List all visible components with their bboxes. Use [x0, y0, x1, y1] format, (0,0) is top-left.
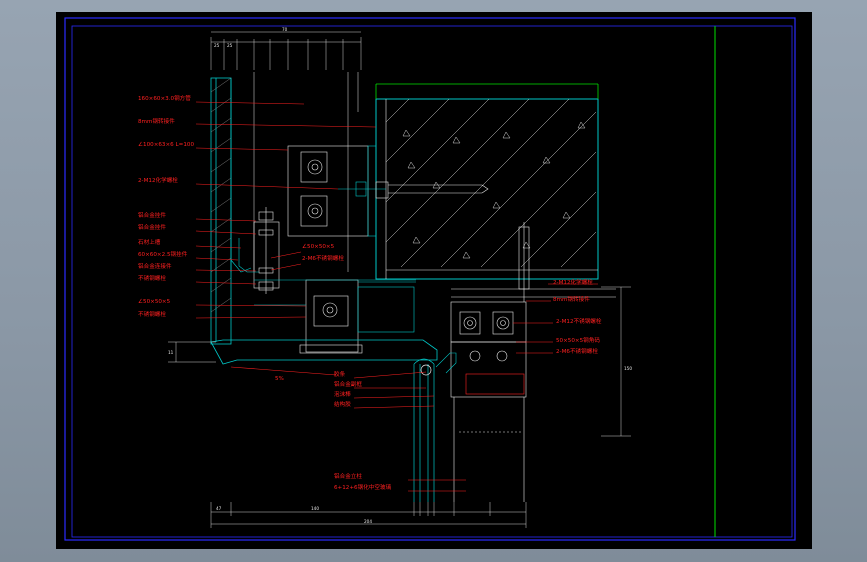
- chemical-anchor: [375, 181, 489, 199]
- dim-bottom-2: 140: [311, 506, 319, 511]
- bottom-dimension: [210, 502, 527, 528]
- concrete-hatch: [385, 98, 597, 268]
- callout-ss-bolt-2: 不锈钢螺栓: [138, 310, 166, 318]
- stone-hanger: [230, 207, 280, 294]
- aluminum-mullion: [450, 301, 527, 502]
- callout-right-adapter: 8mm钢转接件: [553, 295, 590, 303]
- callout-steel-hanger: 60×60×2.5钢挂件: [138, 250, 188, 258]
- callout-angle-steel: ∠100×63×6 L=100: [138, 141, 194, 148]
- dim-left: 11: [168, 350, 174, 355]
- callout-chemical-bolt: 2-M12化学螺栓: [138, 176, 178, 184]
- sealant-joint: [435, 352, 457, 374]
- callout-right-angle: 50×50×5钢角码: [556, 336, 600, 344]
- steel-bracket: [287, 145, 386, 237]
- cad-drawing: 25 25 70 5% 150 11 47 140 204 160×60×3.0…: [64, 17, 796, 541]
- callout-steel-tube: 160×60×3.0钢方管: [138, 94, 191, 102]
- slope-label: 5%: [275, 376, 284, 382]
- callout-mid-angle: ∠50×50×5: [302, 243, 335, 250]
- leader-lines-bottom: [353, 371, 466, 492]
- callout-hanger-1: 铝合金挂件: [138, 211, 166, 219]
- dim-bottom-1: 47: [216, 506, 222, 511]
- slope-line: [230, 366, 337, 376]
- callout-angle-small: ∠50×50×5: [138, 298, 171, 305]
- steel-tube: [253, 72, 359, 272]
- callout-right-ss-bolt: 2-M12不锈钢螺栓: [556, 317, 602, 325]
- dim-top-3: 70: [282, 27, 288, 32]
- callout-right-m6: 2-M6不锈钢螺栓: [556, 347, 598, 355]
- callout-subframe: 铝合金副框: [334, 380, 362, 388]
- leader-lines-left: [195, 101, 377, 319]
- callout-mullion: 铝合金立柱: [334, 472, 362, 480]
- left-dimension: [168, 341, 216, 363]
- callout-foam-rod: 泡沫棒: [334, 390, 351, 398]
- callout-mid-bolt: 2-M6不锈钢螺栓: [302, 254, 344, 262]
- callout-gasket: 胶条: [334, 370, 346, 378]
- stone-hatch: [210, 77, 232, 313]
- dim-top-1: 25: [214, 43, 220, 48]
- callout-stone-slot: 石材上槽: [138, 238, 161, 246]
- inner-frame: [71, 25, 793, 538]
- right-dimension: [601, 286, 631, 437]
- callout-connector: 铝合金连接件: [138, 262, 172, 270]
- callout-ss-bolt-1: 不锈钢螺栓: [138, 274, 166, 282]
- glass-pane: [413, 358, 435, 502]
- concrete-slab: [375, 83, 599, 280]
- dim-right: 150: [624, 366, 632, 371]
- callout-steel-adapter: 8mm钢转接件: [138, 117, 175, 125]
- callout-glass: 6+12+6钢化中空玻璃: [334, 483, 392, 491]
- top-dimension: [210, 31, 362, 70]
- dim-bottom-3: 204: [364, 519, 372, 524]
- cad-viewport[interactable]: 25 25 70 5% 150 11 47 140 204 160×60×3.0…: [56, 12, 812, 549]
- callout-hanger-2: 铝合金挂件: [138, 223, 166, 231]
- stone-cladding: [210, 77, 232, 345]
- dim-top-2: 25: [227, 43, 233, 48]
- soffit-anchor: [451, 222, 616, 302]
- callout-structural-sealant: 结构胶: [334, 400, 351, 408]
- lower-bracket: [254, 279, 416, 354]
- callout-right-chem-bolt: 2-M12化学螺栓: [553, 278, 593, 286]
